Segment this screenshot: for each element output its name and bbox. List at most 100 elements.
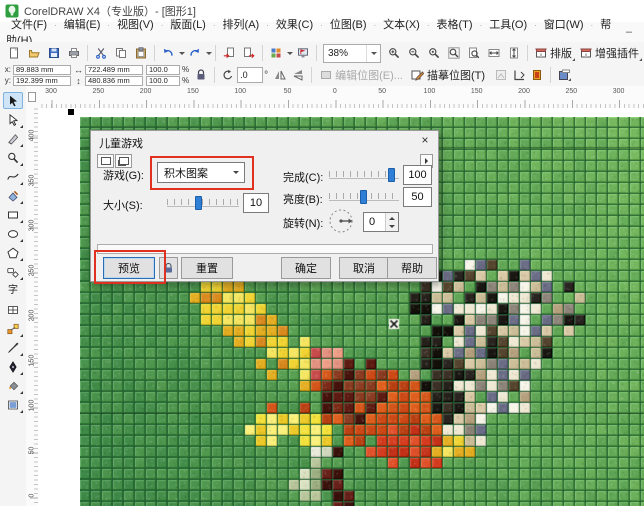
bitmap-color-mask-button[interactable] [528, 66, 546, 84]
brightness-slider[interactable] [329, 189, 399, 203]
chevron-down-icon[interactable] [366, 45, 380, 62]
export-button[interactable] [239, 44, 259, 62]
save-button[interactable] [44, 44, 64, 62]
close-icon[interactable]: × [418, 133, 432, 147]
zoom-selected-button[interactable] [424, 44, 444, 62]
menu-edit[interactable]: 编辑(E) [59, 17, 106, 33]
complete-slider[interactable] [329, 167, 399, 181]
flyout-indicator [20, 258, 23, 261]
toolbox-basic-shapes-tool[interactable] [3, 263, 23, 280]
toolbox-shape-tool[interactable] [3, 111, 23, 128]
size-value-field[interactable]: 10 [243, 193, 269, 213]
spin-up-icon[interactable] [386, 213, 398, 222]
new-document-button[interactable] [4, 44, 24, 62]
toolbox-interactive-blend-tool[interactable] [3, 320, 23, 337]
complete-value-field[interactable]: 100 [403, 165, 432, 185]
help-button[interactable]: 帮助 [387, 257, 437, 279]
redo-button-dropdown[interactable] [205, 44, 212, 62]
object-x-field[interactable]: 89.883 mm [13, 65, 71, 75]
cancel-button[interactable]: 取消 [339, 257, 389, 279]
cut-button[interactable] [91, 44, 111, 62]
toolbox-smart-fill-tool[interactable] [3, 187, 23, 204]
toolbox-zoom-tool[interactable] [3, 149, 23, 166]
mirror-horizontal-button[interactable] [271, 66, 289, 84]
object-width-field[interactable]: 722.489 mm [85, 65, 143, 75]
zoom-page-height-button[interactable] [504, 44, 524, 62]
toolbox-rectangle-tool[interactable] [3, 206, 23, 223]
crop-bitmap-button[interactable] [510, 66, 528, 84]
undo-button[interactable] [158, 44, 178, 62]
typeset-button[interactable]: 排版 [531, 44, 576, 62]
zoom-all-objects-button[interactable] [444, 44, 464, 62]
toolbox-pick-tool[interactable] [3, 92, 23, 109]
app-launcher-button[interactable] [266, 44, 286, 62]
dual-preview-toggle-button[interactable] [115, 154, 132, 168]
lock-ratio-button[interactable] [192, 66, 210, 84]
toolbox-interactive-fill-tool[interactable] [3, 396, 23, 413]
selection-handle[interactable] [68, 109, 74, 115]
menu-view[interactable]: 视图(V) [112, 17, 159, 33]
zoom-level-combo[interactable]: 38% [323, 44, 381, 63]
trace-bitmap-button[interactable]: 描摹位图(T) [407, 66, 492, 84]
toolbox-fill-tool[interactable] [3, 377, 23, 394]
paste-button[interactable] [131, 44, 151, 62]
menu-effects[interactable]: 效果(C) [271, 17, 318, 33]
toolbox-crop-tool[interactable] [3, 130, 23, 147]
document-minimize-button[interactable]: – [614, 26, 644, 38]
toolbox-eyedropper-tool[interactable] [3, 339, 23, 356]
toolbar-separator [316, 45, 317, 61]
rotation-spinner[interactable]: 0 [363, 212, 399, 232]
open-button[interactable] [24, 44, 44, 62]
zoom-page-width-button[interactable] [484, 44, 504, 62]
copy-button[interactable] [111, 44, 131, 62]
menu-arrange[interactable]: 排列(A) [218, 17, 265, 33]
horizontal-ruler[interactable]: 30025020015010050050100150200250300350 [38, 86, 644, 109]
mirror-vertical-button[interactable] [289, 66, 307, 84]
toolbox-freehand-tool[interactable] [3, 168, 23, 185]
toolbox-polygon-tool[interactable] [3, 244, 23, 261]
menu-table[interactable]: 表格(T) [432, 17, 478, 33]
reset-button[interactable]: 重置 [181, 257, 233, 279]
toolbar-separator [262, 45, 263, 61]
spin-down-icon[interactable] [386, 222, 398, 231]
hruler-label: 300 [613, 88, 625, 95]
brightness-value-field[interactable]: 50 [403, 187, 432, 207]
zoom-out-button[interactable] [404, 44, 424, 62]
menu-text[interactable]: 文本(X) [378, 17, 425, 33]
preview-button[interactable]: 预览 [103, 257, 155, 279]
size-label: 大小(S): [103, 197, 143, 213]
rotation-dial[interactable] [327, 207, 355, 235]
single-preview-toggle-button[interactable] [97, 154, 114, 168]
object-height-field[interactable]: 480.836 mm [85, 76, 143, 86]
scale-y-field[interactable]: 100.0 [146, 76, 180, 86]
menu-tools[interactable]: 工具(O) [484, 17, 532, 33]
scale-x-field[interactable]: 100.0 [146, 65, 180, 75]
preview-lock-button[interactable] [159, 257, 178, 279]
toolbox-text-tool[interactable]: 字 [3, 282, 23, 299]
toolbox-outline-pen-tool[interactable] [3, 358, 23, 375]
object-y-field[interactable]: 192.399 mm [13, 76, 71, 86]
size-slider[interactable] [167, 195, 239, 209]
print-button[interactable] [64, 44, 84, 62]
import-button[interactable] [219, 44, 239, 62]
height-icon: ↕ [74, 76, 83, 86]
image-adjustment-button[interactable] [555, 66, 573, 84]
zoom-page-button[interactable] [464, 44, 484, 62]
redo-button[interactable] [185, 44, 205, 62]
ok-button[interactable]: 确定 [281, 257, 331, 279]
zoom-in-button[interactable] [384, 44, 404, 62]
welcome-screen-button[interactable] [293, 44, 313, 62]
app-launcher-button-dropdown[interactable] [286, 44, 293, 62]
game-select[interactable]: 积木图案 [157, 162, 245, 183]
menu-window[interactable]: 窗口(W) [539, 17, 589, 33]
toolbox-table-tool[interactable] [3, 301, 23, 318]
menu-layout[interactable]: 版面(L) [165, 17, 210, 33]
toolbox-ellipse-tool[interactable] [3, 225, 23, 242]
undo-button-dropdown[interactable] [178, 44, 185, 62]
rotation-angle-field[interactable]: .0 [237, 67, 263, 83]
menu-file[interactable]: 文件(F) [6, 17, 52, 33]
dialog-title-bar[interactable]: 儿童游戏 × [91, 131, 438, 151]
menu-bitmaps[interactable]: 位图(B) [325, 17, 372, 33]
plugin-button[interactable]: 增强插件 [576, 44, 643, 62]
progress-bar [97, 244, 433, 254]
